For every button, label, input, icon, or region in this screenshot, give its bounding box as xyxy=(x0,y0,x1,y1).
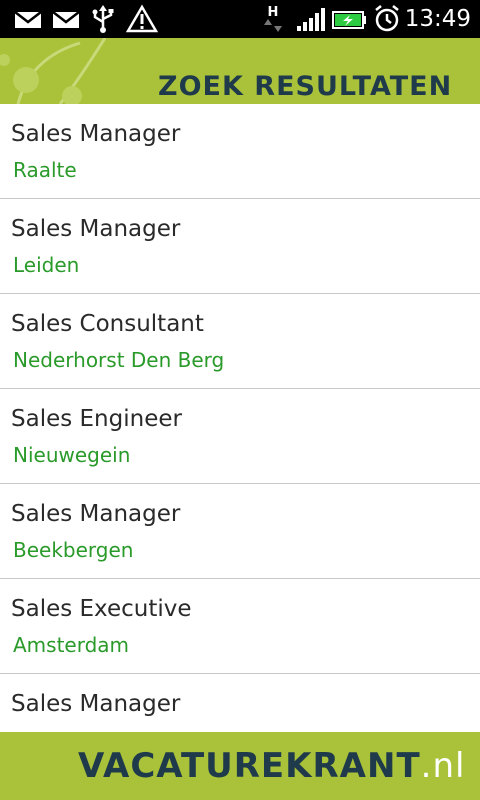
job-title: Sales Engineer xyxy=(11,406,182,432)
usb-icon xyxy=(90,4,116,34)
results-list: Sales Manager Raalte Sales Manager Leiden Sa… xyxy=(0,104,480,732)
header-banner: ZOEK RESULTATEN xyxy=(0,38,480,104)
job-title: Sales Manager xyxy=(11,216,181,242)
job-location: Leiden xyxy=(13,253,80,277)
alarm-icon xyxy=(372,4,402,34)
job-title: Sales Manager xyxy=(11,121,181,147)
job-title: Sales Manager xyxy=(11,501,181,527)
result-item[interactable]: Sales Manager Raalte xyxy=(0,104,480,199)
result-item[interactable]: Sales Manager xyxy=(0,674,480,732)
job-location: Raalte xyxy=(13,158,77,182)
job-title: Sales Manager xyxy=(11,691,181,717)
job-location: Nieuwegein xyxy=(13,443,131,467)
battery-charging-icon xyxy=(332,4,368,34)
network-h-icon: H xyxy=(262,4,284,34)
signal-icon xyxy=(296,4,326,34)
result-item[interactable]: Sales Manager Leiden xyxy=(0,199,480,294)
warning-icon xyxy=(126,4,158,34)
job-location: Nederhorst Den Berg xyxy=(13,348,225,372)
mail-icon xyxy=(14,4,42,34)
result-item[interactable]: Sales Executive Amsterdam xyxy=(0,579,480,674)
job-location: Amsterdam xyxy=(13,633,130,657)
footer-banner[interactable]: VACATUREKRANT.nl xyxy=(0,732,480,800)
logo-main-text: VACATUREKRANT xyxy=(78,746,421,786)
clock: 13:49 xyxy=(404,6,471,32)
result-item[interactable]: Sales Engineer Nieuwegein xyxy=(0,389,480,484)
headset-decoration-icon xyxy=(0,38,107,104)
result-item[interactable]: Sales Consultant Nederhorst Den Berg xyxy=(0,294,480,389)
job-title: Sales Consultant xyxy=(11,311,204,337)
status-bar: H 13:49 xyxy=(0,0,480,38)
result-item[interactable]: Sales Manager Beekbergen xyxy=(0,484,480,579)
vacaturekrant-logo[interactable]: VACATUREKRANT.nl xyxy=(78,746,465,786)
job-title: Sales Executive xyxy=(11,596,192,622)
page-title: ZOEK RESULTATEN xyxy=(158,71,453,102)
svg-text:H: H xyxy=(268,5,279,20)
logo-tld-text: .nl xyxy=(420,746,466,786)
mail-icon xyxy=(52,4,80,34)
job-location: Beekbergen xyxy=(13,538,134,562)
